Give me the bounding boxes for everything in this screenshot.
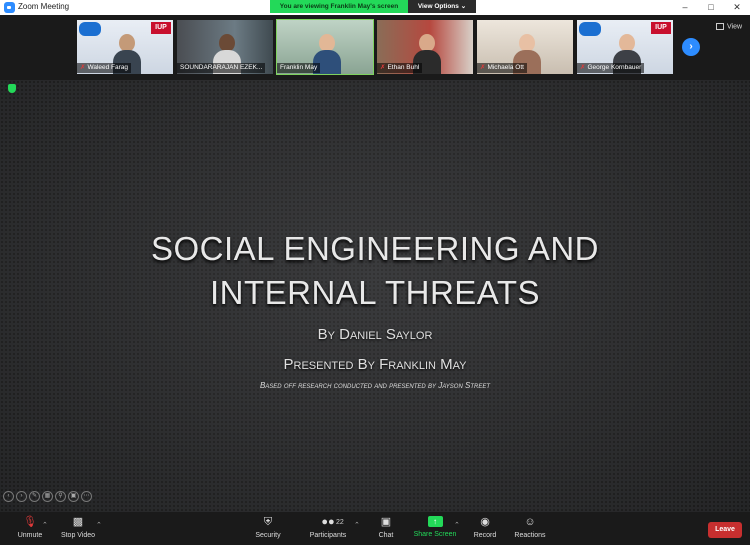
shield-icon[interactable] bbox=[8, 84, 16, 93]
mic-muted-icon: ✗ bbox=[80, 64, 86, 71]
next-icon[interactable]: › bbox=[16, 491, 27, 502]
slides-icon[interactable]: ▦ bbox=[42, 491, 53, 502]
title-bar: Zoom Meeting You are viewing Franklin Ma… bbox=[0, 0, 750, 15]
more-icon[interactable]: ⋯ bbox=[81, 491, 92, 502]
pen-icon[interactable]: ✎ bbox=[29, 491, 40, 502]
brand-logo: IUP bbox=[151, 22, 171, 34]
chat-icon: ▣ bbox=[380, 516, 392, 528]
zoom-icon[interactable]: ⚲ bbox=[55, 491, 66, 502]
window-title: Zoom Meeting bbox=[18, 2, 70, 11]
participant-name-tag: Franklin May bbox=[277, 63, 321, 73]
participant-name-tag: SOUNDARARAJAN EZEK... bbox=[177, 63, 266, 73]
participants-button[interactable]: ●● Participants bbox=[298, 516, 358, 539]
brand-logo: IUP bbox=[651, 22, 671, 34]
minimize-icon[interactable]: – bbox=[672, 0, 698, 15]
emoji-icon: ☺ bbox=[524, 516, 536, 528]
participants-icon: ●● bbox=[321, 516, 335, 528]
mic-muted-icon: ✗ bbox=[580, 64, 586, 71]
mic-muted-icon: ✗ bbox=[480, 64, 486, 71]
participant-name-tag: ✗ George Kornbauer bbox=[577, 63, 645, 73]
logo-icon bbox=[579, 22, 601, 36]
zoom-meeting-window: Zoom Meeting You are viewing Franklin Ma… bbox=[0, 0, 750, 545]
view-options-button[interactable]: View Options ⌄ bbox=[408, 0, 476, 13]
audio-options-caret-icon[interactable]: ⌃ bbox=[42, 521, 48, 529]
slide-title: Social Engineering and Internal Threats bbox=[0, 227, 750, 315]
close-icon[interactable]: ✕ bbox=[724, 0, 750, 15]
participant-name-tag: ✗ Michaela Ott bbox=[477, 63, 527, 73]
logo-icon bbox=[79, 22, 101, 36]
viewing-banner: You are viewing Franklin May's screen bbox=[270, 0, 408, 13]
zoom-logo-icon bbox=[4, 2, 15, 13]
slide-presenter: Presented By Franklin May bbox=[283, 356, 467, 373]
participant-tile[interactable]: SOUNDARARAJAN EZEK... bbox=[176, 19, 274, 75]
slide-author: By Daniel Saylor bbox=[317, 326, 433, 343]
video-options-caret-icon[interactable]: ⌃ bbox=[96, 521, 102, 529]
view-button[interactable]: View bbox=[716, 23, 742, 30]
shared-screen: Social Engineering and Internal Threats … bbox=[0, 80, 750, 512]
share-screen-icon: ↑ bbox=[427, 516, 443, 527]
shield-icon: ⛨ bbox=[263, 516, 273, 528]
leave-button[interactable]: Leave bbox=[708, 522, 742, 538]
participant-name-tag: ✗ Ethan Buhl bbox=[377, 63, 423, 73]
participant-tile[interactable]: IUP ✗ George Kornbauer bbox=[576, 19, 674, 75]
participants-count: 22 bbox=[336, 519, 344, 526]
participant-gallery: IUP ✗ Waleed Farag SOUNDARARAJAN EZEK... … bbox=[0, 15, 750, 80]
record-icon: ◉ bbox=[480, 516, 490, 528]
slide-title-line: Social Engineering and bbox=[150, 230, 600, 267]
participant-name-tag: ✗ Waleed Farag bbox=[77, 63, 132, 73]
slide-title-line: Internal Threats bbox=[209, 274, 541, 311]
participant-tile-active[interactable]: Franklin May bbox=[276, 19, 374, 75]
next-page-icon[interactable]: › bbox=[682, 38, 700, 56]
participant-tile[interactable]: ✗ Ethan Buhl bbox=[376, 19, 474, 75]
reactions-button[interactable]: ☺ Reactions bbox=[500, 516, 560, 539]
video-camera-icon: ▩ bbox=[72, 516, 84, 528]
slide-note: Based off research conducted and present… bbox=[259, 381, 491, 390]
grid-icon bbox=[716, 23, 724, 30]
maximize-icon[interactable]: □ bbox=[698, 0, 724, 15]
meeting-toolbar: 🎙 Unmute ⌃ ▩ Stop Video ⌃ ⛨ Security ●● … bbox=[0, 512, 750, 545]
previous-icon[interactable]: ‹ bbox=[3, 491, 14, 502]
security-button[interactable]: ⛨ Security bbox=[238, 516, 298, 539]
presentation-controls: ‹ › ✎ ▦ ⚲ ▣ ⋯ bbox=[3, 491, 94, 503]
subtitles-icon[interactable]: ▣ bbox=[68, 491, 79, 502]
participant-tile[interactable]: IUP ✗ Waleed Farag bbox=[76, 19, 174, 75]
participant-tile[interactable]: ✗ Michaela Ott bbox=[476, 19, 574, 75]
mic-muted-icon: 🎙 bbox=[23, 516, 37, 528]
mic-muted-icon: ✗ bbox=[380, 64, 386, 71]
